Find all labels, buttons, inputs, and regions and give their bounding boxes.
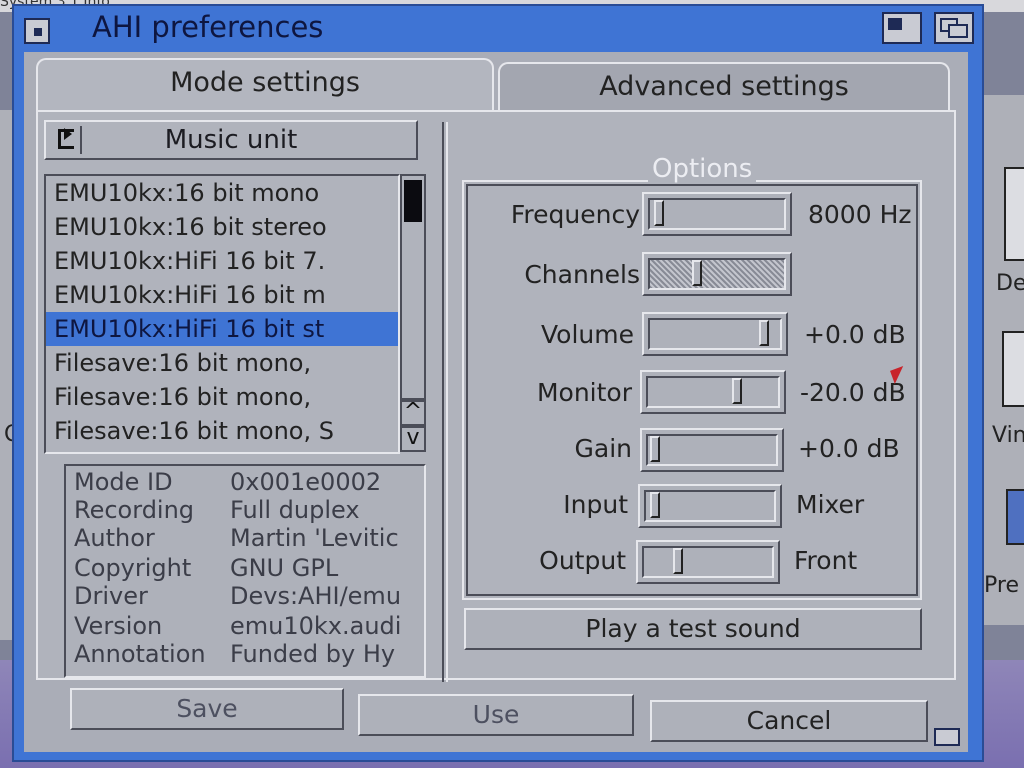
arrow-down-icon: v	[406, 425, 420, 450]
close-icon	[34, 28, 42, 36]
cycle-icon	[54, 126, 82, 154]
mode-list-item-selected[interactable]: EMU10kx:HiFi 16 bit st	[46, 312, 398, 346]
gain-slider-knob[interactable]	[650, 436, 660, 462]
music-unit-label: Music unit	[164, 125, 298, 155]
zoom-icon	[888, 18, 902, 30]
channels-label: Channels	[524, 260, 640, 289]
mode-list-item[interactable]: Filesave:16 bit mono,	[46, 346, 398, 380]
output-slider-knob[interactable]	[672, 548, 683, 574]
cancel-button[interactable]: Cancel	[650, 700, 928, 742]
ahi-preferences-window: AHI preferences Advanced settings Mode s…	[12, 4, 984, 762]
scrollbar-thumb[interactable]	[404, 180, 422, 222]
mode-list-item[interactable]: Filesave:16 bit mono, S	[46, 414, 398, 448]
output-label: Output	[539, 546, 626, 575]
volume-value: +0.0 dB	[804, 320, 906, 349]
mode-list-item[interactable]: EMU10kx:HiFi 16 bit 7.	[46, 244, 398, 278]
volume-slider-knob[interactable]	[759, 320, 770, 346]
scroll-up-button[interactable]: ^	[400, 400, 426, 426]
tab-advanced-settings[interactable]: Advanced settings	[498, 62, 950, 114]
use-button[interactable]: Use	[358, 694, 634, 736]
channels-slider[interactable]	[642, 252, 792, 296]
title-bar[interactable]: AHI preferences	[14, 6, 982, 50]
scroll-down-button[interactable]: v	[400, 426, 426, 452]
frequency-label: Frequency	[510, 200, 640, 229]
desktop-left-edge: O	[0, 110, 21, 640]
save-button[interactable]: Save	[70, 688, 344, 730]
desktop-label-pre[interactable]: Pre	[984, 573, 1019, 598]
gain-label: Gain	[574, 434, 632, 463]
volume-slider[interactable]	[642, 312, 788, 356]
vertical-divider	[442, 122, 448, 682]
mode-list-item[interactable]: EMU10kx:HiFi 16 bit m	[46, 278, 398, 312]
play-test-sound-button[interactable]: Play a test sound	[464, 608, 922, 650]
input-value: Mixer	[796, 490, 865, 519]
volume-label: Volume	[541, 320, 634, 349]
frequency-value: 8000 Hz	[808, 200, 912, 229]
mode-info-box: Mode ID 0x001e0002 Recording Full duplex A…	[64, 464, 426, 678]
desktop-icon-a[interactable]	[1004, 167, 1024, 261]
close-gadget[interactable]	[24, 18, 50, 44]
frequency-slider[interactable]	[642, 192, 792, 236]
frequency-slider-knob[interactable]	[654, 200, 665, 226]
mode-list[interactable]: EMU10kx:16 bit mono EMU10kx:16 bit stere…	[44, 174, 400, 454]
desktop-icon-c[interactable]	[1006, 489, 1024, 545]
mode-list-scrollbar[interactable]	[400, 174, 426, 400]
output-slider[interactable]	[636, 540, 780, 584]
input-slider-knob[interactable]	[650, 492, 661, 518]
mode-list-item[interactable]: EMU10kx:16 bit stereo	[46, 210, 398, 244]
options-title: Options	[648, 154, 757, 184]
arrow-up-icon: ^	[403, 399, 423, 424]
output-value: Front	[794, 546, 858, 575]
desktop-label-vin[interactable]: Vin	[992, 423, 1024, 448]
mode-list-item[interactable]: Filesave:16 bit mono,	[46, 380, 398, 414]
desktop-label-de[interactable]: De	[996, 271, 1024, 296]
zoom-gadget[interactable]	[882, 12, 922, 44]
monitor-value: -20.0 dB	[800, 378, 906, 407]
input-slider[interactable]	[638, 484, 782, 528]
channels-slider-knob[interactable]	[692, 260, 703, 286]
depth-icon-front	[948, 24, 968, 38]
window-content: Advanced settings Mode settings Music un…	[24, 52, 968, 752]
tab-mode-settings[interactable]: Mode settings	[36, 58, 494, 110]
gain-value: +0.0 dB	[798, 434, 900, 463]
window-title: AHI preferences	[92, 10, 324, 44]
depth-gadget[interactable]	[934, 12, 974, 44]
input-label: Input	[563, 490, 628, 519]
gain-slider[interactable]	[640, 428, 784, 472]
mode-list-item[interactable]: EMU10kx:16 bit mono	[46, 176, 398, 210]
music-unit-button[interactable]: Music unit	[44, 120, 418, 160]
resize-gadget[interactable]	[934, 728, 960, 746]
monitor-label: Monitor	[536, 378, 632, 407]
monitor-slider-knob[interactable]	[732, 378, 743, 404]
desktop-icon-b[interactable]	[1002, 331, 1024, 407]
monitor-slider[interactable]	[640, 370, 786, 414]
